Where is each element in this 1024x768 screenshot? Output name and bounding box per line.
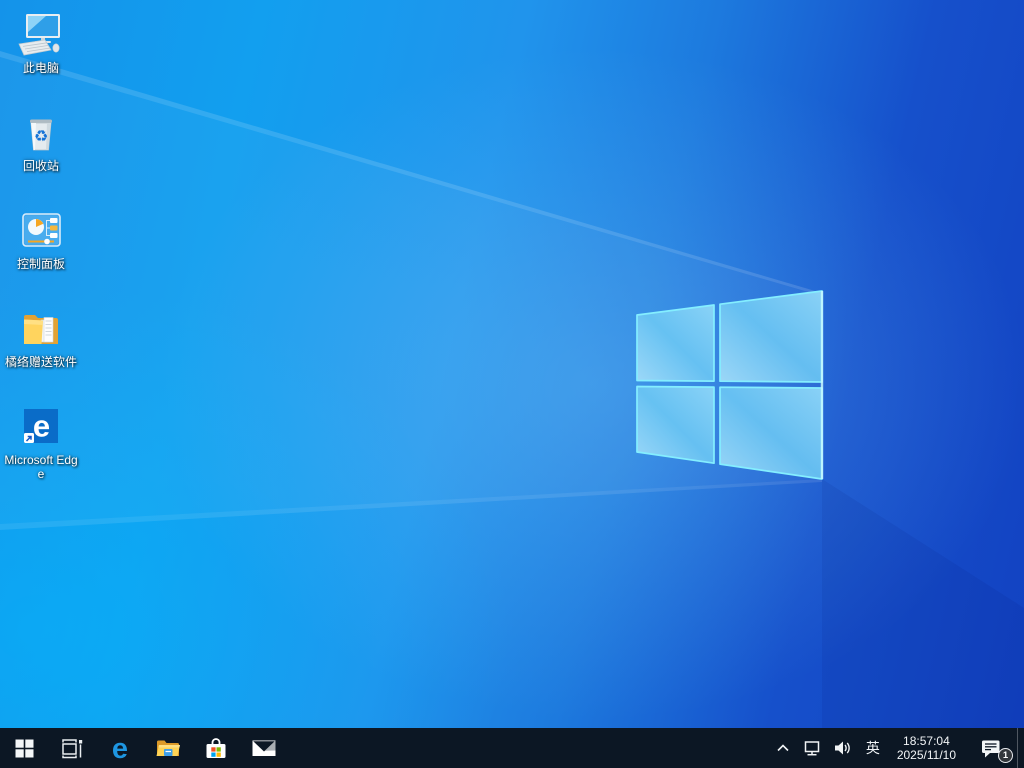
desktop-icon-label: 此电脑	[22, 61, 59, 75]
mail-button[interactable]	[240, 728, 288, 768]
action-center-button[interactable]: 1	[965, 728, 1017, 768]
desktop-icon-label: 控制面板	[16, 257, 65, 271]
network-tray-button[interactable]	[797, 728, 828, 768]
ethernet-network-icon	[804, 740, 820, 755]
start-button[interactable]	[0, 728, 48, 768]
desktop-icon-recycle-bin[interactable]: ♻ 回收站	[2, 102, 80, 200]
edge-icon: e	[24, 409, 58, 444]
language-label: 英	[865, 740, 880, 756]
desktop-icon-control-panel[interactable]: 控制面板	[2, 200, 80, 298]
microsoft-store-button[interactable]	[192, 728, 240, 768]
language-indicator[interactable]: 英	[858, 728, 888, 768]
task-view-icon	[62, 739, 83, 759]
svg-text:e: e	[112, 733, 128, 763]
svg-text:♻: ♻	[34, 127, 48, 146]
chevron-up-icon	[777, 744, 789, 752]
desktop-icon-list: 此电脑 ♻ 回收站 控制面板 橘络赠送软件 e Microsoft Edge	[2, 4, 80, 494]
edge-e-icon: e	[112, 733, 128, 763]
recycle-bin-icon: ♻	[30, 119, 52, 151]
desktop-icon-label: 回收站	[22, 159, 59, 173]
edge-taskbar-button[interactable]: e	[96, 728, 144, 768]
windows-desktop: 此电脑 ♻ 回收站 控制面板 橘络赠送软件 e Microsoft Edge e…	[0, 0, 1024, 768]
desktop-icon-label: 橘络赠送软件	[4, 355, 77, 369]
control-panel-icon	[22, 213, 61, 247]
show-desktop-button[interactable]	[1017, 728, 1024, 768]
desktop-icon-this-pc[interactable]: 此电脑	[2, 4, 80, 102]
windows-logo-icon	[15, 739, 33, 757]
tray-overflow-button[interactable]	[769, 728, 797, 768]
volume-tray-button[interactable]	[828, 728, 858, 768]
desktop-icon-label: Microsoft Edge	[4, 453, 78, 481]
envelope-icon	[252, 740, 276, 756]
clock-time: 18:57:04	[903, 734, 950, 748]
file-explorer-button[interactable]	[144, 728, 192, 768]
system-tray: 英 18:57:04 2025/11/10 1	[769, 728, 1024, 768]
task-view-button[interactable]	[48, 728, 96, 768]
svg-text:e: e	[33, 409, 50, 444]
desktop-icon-microsoft-edge[interactable]: e Microsoft Edge	[2, 396, 80, 494]
folder-icon	[156, 740, 180, 756]
clock-date: 2025/11/10	[896, 748, 956, 762]
folder-icon	[24, 315, 58, 344]
desktop-icon-gift-software-folder[interactable]: 橘络赠送软件	[2, 298, 80, 396]
speaker-volume-icon	[834, 741, 850, 755]
taskbar: e 英 18:57:04 2025/11/10 1	[0, 728, 1024, 768]
store-bag-icon	[206, 738, 226, 758]
computer-icon	[18, 14, 60, 56]
desktop-wallpaper	[0, 0, 1024, 768]
notification-badge: 1	[998, 748, 1013, 763]
clock[interactable]: 18:57:04 2025/11/10	[888, 728, 965, 768]
